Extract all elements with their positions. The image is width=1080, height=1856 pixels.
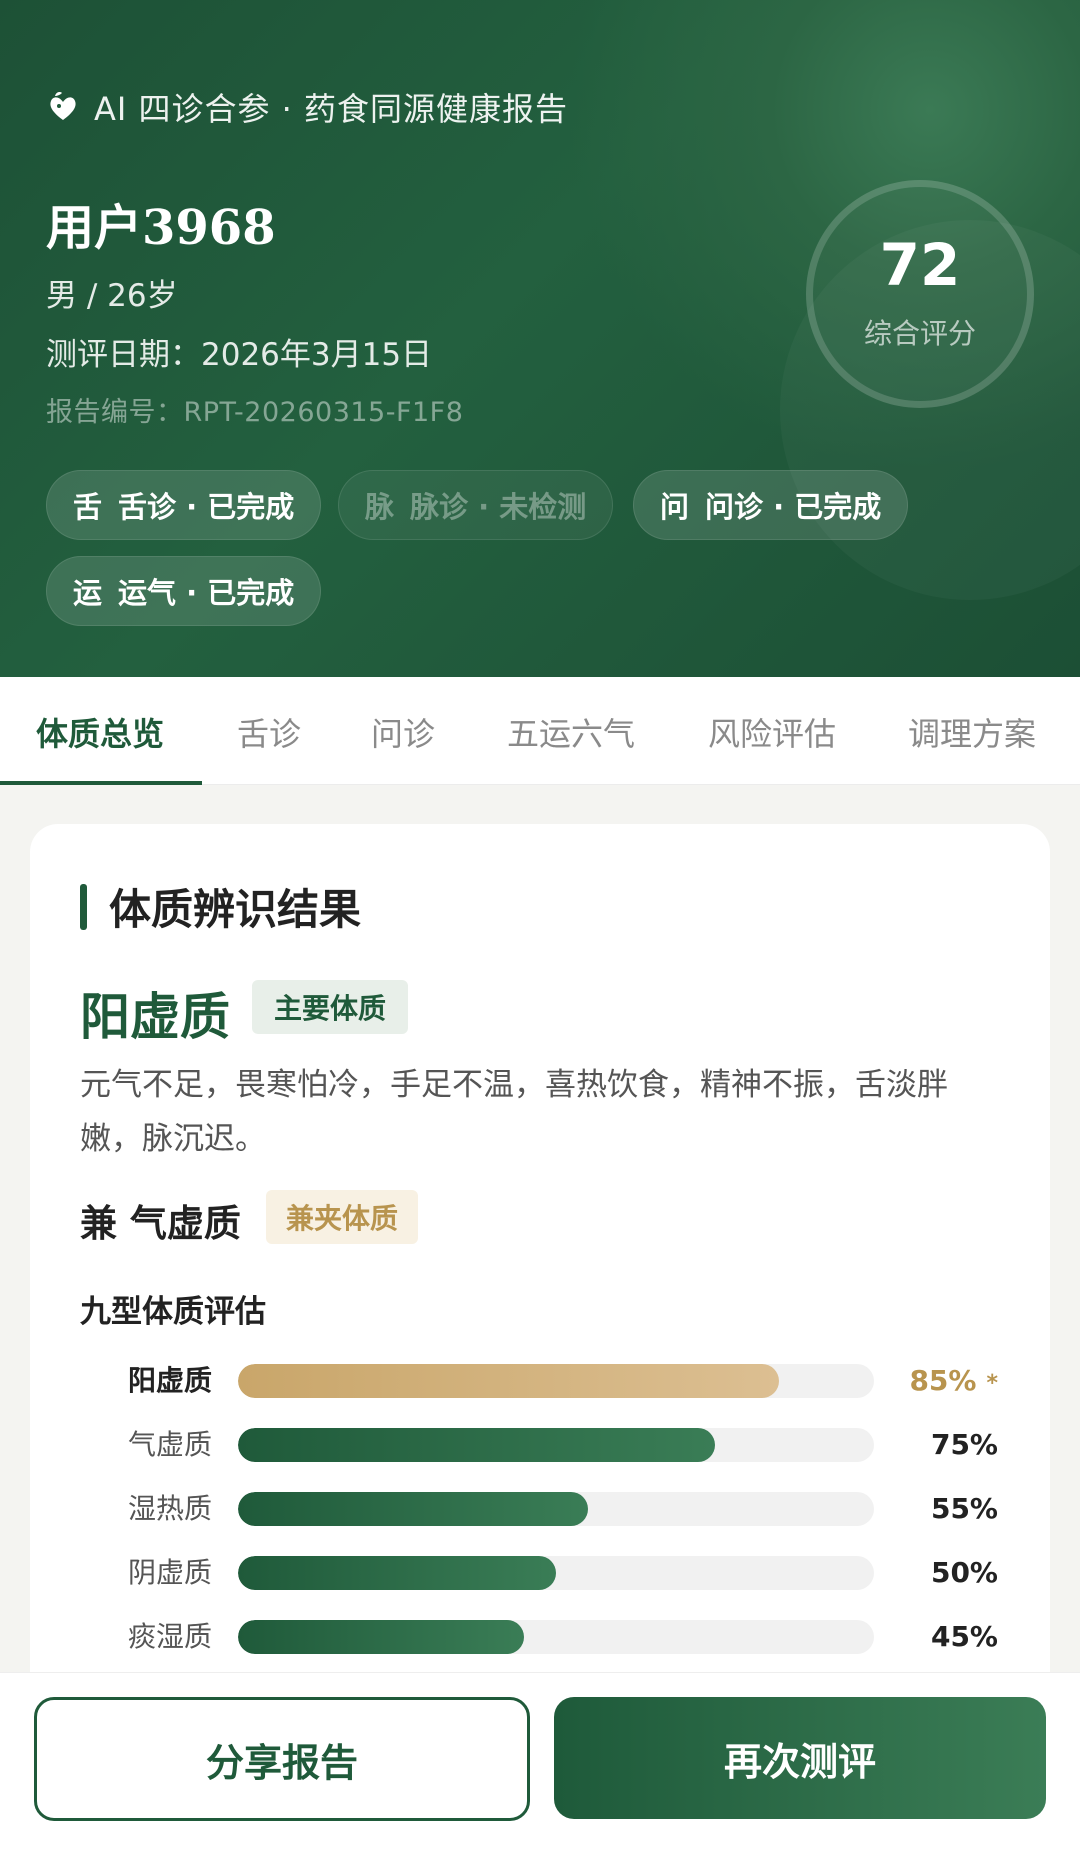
bar-percent-value: 85%: [909, 1364, 977, 1397]
eval-date: 测评日期：2026年3月15日: [46, 337, 433, 373]
bar-percent: 55%: [931, 1489, 998, 1529]
pulse-icon: 脉: [365, 490, 395, 524]
bar-track: [238, 1428, 874, 1462]
chip-inquiry[interactable]: 问 问诊 · 已完成: [633, 470, 909, 540]
user-gender-age: 男 / 26岁: [46, 278, 178, 314]
constitution-bar-row: 痰湿质 45%: [0, 1617, 1080, 1657]
nine-type-title: 九型体质评估: [80, 1294, 266, 1330]
section-accent-bar: [80, 883, 87, 930]
tab-inquiry[interactable]: 问诊: [371, 709, 435, 755]
constitution-bar-row: 阴虚质 50%: [0, 1553, 1080, 1593]
section-title-text: 体质辨识结果: [109, 885, 362, 934]
tab-overview[interactable]: 体质总览: [36, 709, 164, 755]
bar-percent: 50%: [931, 1553, 998, 1593]
report-number: 报告编号：RPT-20260315-F1F8: [46, 397, 464, 428]
bar-percent: 85% *: [909, 1361, 998, 1404]
bar-fill: [238, 1556, 556, 1590]
chip-tongue[interactable]: 舌 舌诊 · 已完成: [46, 470, 322, 540]
tab-plan[interactable]: 调理方案: [908, 709, 1036, 755]
report-header: AI 四诊合参 · 药食同源健康报告 用户3968 男 / 26岁 测评日期：2…: [0, 0, 1080, 677]
bar-fill: [238, 1492, 588, 1526]
sub-constitution-tag: 兼夹体质: [266, 1190, 419, 1244]
heart-leaf-icon: [50, 92, 76, 120]
bar-percent-value: 55%: [930, 1492, 998, 1525]
chip-label: 问诊 · 已完成: [705, 490, 882, 524]
sub-constitution: 兼 气虚质: [80, 1202, 241, 1245]
share-report-button[interactable]: 分享报告: [34, 1697, 530, 1821]
chip-label: 舌诊 · 已完成: [118, 490, 295, 524]
tab-active-indicator: [0, 781, 202, 785]
bar-track: [238, 1364, 874, 1398]
bar-label: 痰湿质: [128, 1620, 213, 1653]
top-mark-icon: *: [986, 1371, 998, 1396]
brand-row: AI 四诊合参 · 药食同源健康报告: [46, 84, 568, 130]
score-ring: 72 综合评分: [806, 180, 1034, 408]
bar-label: 气虚质: [128, 1428, 213, 1461]
inquiry-icon: 问: [660, 490, 690, 524]
tab-five-movements[interactable]: 五运六气: [507, 709, 635, 755]
tongue-icon: 舌: [73, 490, 103, 524]
fortune-icon: 运: [73, 576, 103, 610]
main-constitution-tag: 主要体质: [252, 980, 409, 1034]
constitution-bar-row: 湿热质 55%: [0, 1489, 1080, 1529]
bar-track: [238, 1620, 874, 1654]
constitution-description: 元气不足，畏寒怕冷，手足不温，喜热饮食，精神不振，舌淡胖嫩，脉沉迟。: [80, 1067, 948, 1157]
main-constitution: 阳虚质: [80, 988, 230, 1046]
chip-label: 脉诊 · 未检测: [410, 490, 587, 524]
constitution-bar-row: 气虚质 75%: [0, 1425, 1080, 1465]
bar-percent: 75%: [931, 1425, 998, 1465]
bar-fill: [238, 1364, 779, 1398]
bar-track: [238, 1556, 874, 1590]
tab-bar: 体质总览 舌诊 问诊 五运六气 风险评估 调理方案: [0, 677, 1080, 785]
bar-percent-value: 75%: [930, 1428, 998, 1461]
constitution-bar-row: 阳虚质 85% *: [0, 1361, 1080, 1401]
user-name: 用户3968: [46, 200, 276, 256]
tab-risk[interactable]: 风险评估: [708, 709, 836, 755]
bar-label: 湿热质: [128, 1492, 213, 1525]
bar-track: [238, 1492, 874, 1526]
section-title: 体质辨识结果: [80, 876, 361, 937]
bar-fill: [238, 1620, 525, 1654]
bar-label: 阳虚质: [128, 1364, 213, 1397]
bar-label: 阴虚质: [128, 1556, 213, 1589]
bar-percent-value: 45%: [930, 1620, 998, 1653]
brand-text: AI 四诊合参 · 药食同源健康报告: [94, 90, 569, 128]
score-label: 综合评分: [863, 317, 976, 350]
chip-fortune[interactable]: 运 运气 · 已完成: [46, 556, 322, 626]
bar-percent: 45%: [931, 1617, 998, 1657]
retest-button[interactable]: 再次测评: [554, 1697, 1046, 1819]
bar-percent-value: 50%: [930, 1556, 998, 1589]
chip-label: 运气 · 已完成: [118, 576, 295, 610]
score-value: 72: [879, 231, 961, 299]
tab-tongue[interactable]: 舌诊: [237, 709, 301, 755]
chip-pulse[interactable]: 脉 脉诊 · 未检测: [338, 470, 614, 540]
bar-fill: [238, 1428, 715, 1462]
